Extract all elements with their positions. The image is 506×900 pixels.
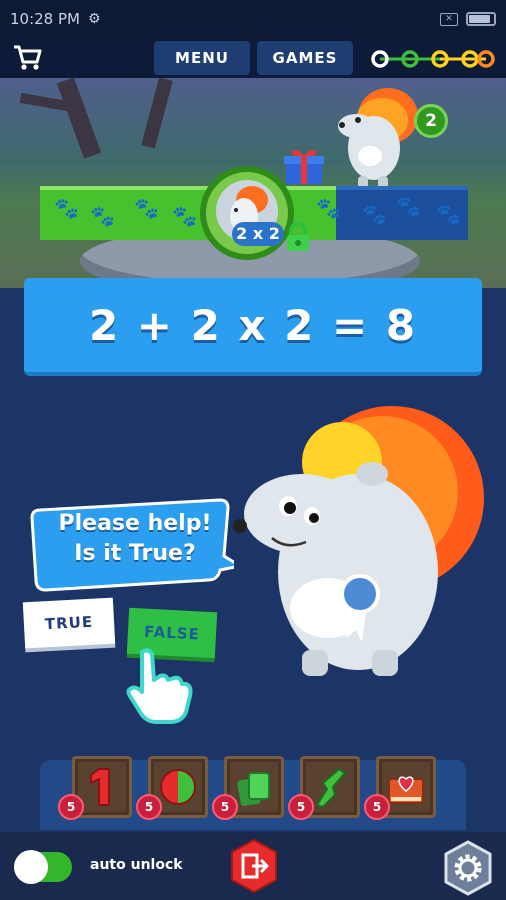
- paw-icon: 🐾: [396, 194, 421, 218]
- paw-icon: 🐾: [134, 196, 159, 220]
- bubble-line-2: Is it True?: [74, 541, 196, 566]
- powerup-count: 5: [212, 794, 238, 820]
- book-heart-icon: [388, 776, 424, 804]
- powerup-count: 5: [288, 794, 314, 820]
- bubble-line-1: Please help!: [58, 511, 212, 536]
- padlock-icon: [287, 222, 309, 251]
- top-nav: MENU GAMES: [0, 38, 506, 78]
- bubble-text: Please help! Is it True?: [50, 509, 220, 569]
- badge-label: 2 x 2: [232, 222, 284, 246]
- powerup-count: 5: [136, 794, 162, 820]
- games-button[interactable]: GAMES: [257, 41, 353, 75]
- gear-icon: ⚙: [87, 11, 101, 27]
- menu-button[interactable]: MENU: [154, 41, 250, 75]
- paw-icon: 🐾: [90, 204, 115, 228]
- number-one-icon: [90, 768, 110, 806]
- level-badge-circle[interactable]: 2 x 2: [200, 166, 294, 260]
- true-button[interactable]: TRUE: [22, 597, 116, 649]
- settings-button[interactable]: [442, 840, 494, 896]
- exit-button[interactable]: [228, 838, 280, 894]
- gift-icon[interactable]: [282, 146, 326, 186]
- status-bar: 10:28 PM ⚙ ✕: [0, 0, 506, 38]
- paw-icon: 🐾: [172, 204, 197, 228]
- small-hedgehog: [338, 88, 418, 190]
- pointing-hand-icon: [126, 648, 193, 724]
- hedgehog-character: [233, 406, 484, 676]
- level-scene: 2 🐾 🐾 🐾 🐾 🐾 🐾 🐾 🐾 2 x 2: [0, 78, 506, 288]
- level-progress-track: [371, 50, 495, 68]
- equation-text: 2 + 2 x 2 = 8: [88, 300, 418, 350]
- powerup-count: 5: [364, 794, 390, 820]
- shopping-cart-icon[interactable]: [12, 44, 42, 72]
- cards-icon: [237, 772, 270, 807]
- green-pointer-icon: [315, 767, 347, 809]
- battery-icon: [466, 12, 496, 26]
- split-circle-icon: [160, 769, 196, 805]
- paw-icon: 🐾: [362, 202, 387, 226]
- paw-icon: 🐾: [316, 196, 341, 220]
- auto-unlock-label: auto unlock: [90, 857, 183, 873]
- x-box-icon: ✕: [440, 12, 458, 26]
- status-right: ✕: [440, 12, 496, 26]
- game-screen: 10:28 PM ⚙ ✕ MENU GAMES 2 🐾 🐾 🐾 🐾 🐾 🐾 🐾 …: [0, 0, 506, 900]
- level-badge: 2: [414, 104, 448, 138]
- status-time: 10:28 PM: [10, 10, 80, 28]
- powerup-count: 5: [58, 794, 84, 820]
- auto-unlock-toggle[interactable]: [14, 850, 72, 884]
- paw-icon: 🐾: [54, 196, 79, 220]
- equation-panel: 2 + 2 x 2 = 8: [24, 278, 482, 376]
- paw-icon: 🐾: [436, 202, 461, 226]
- toggle-knob: [14, 850, 48, 884]
